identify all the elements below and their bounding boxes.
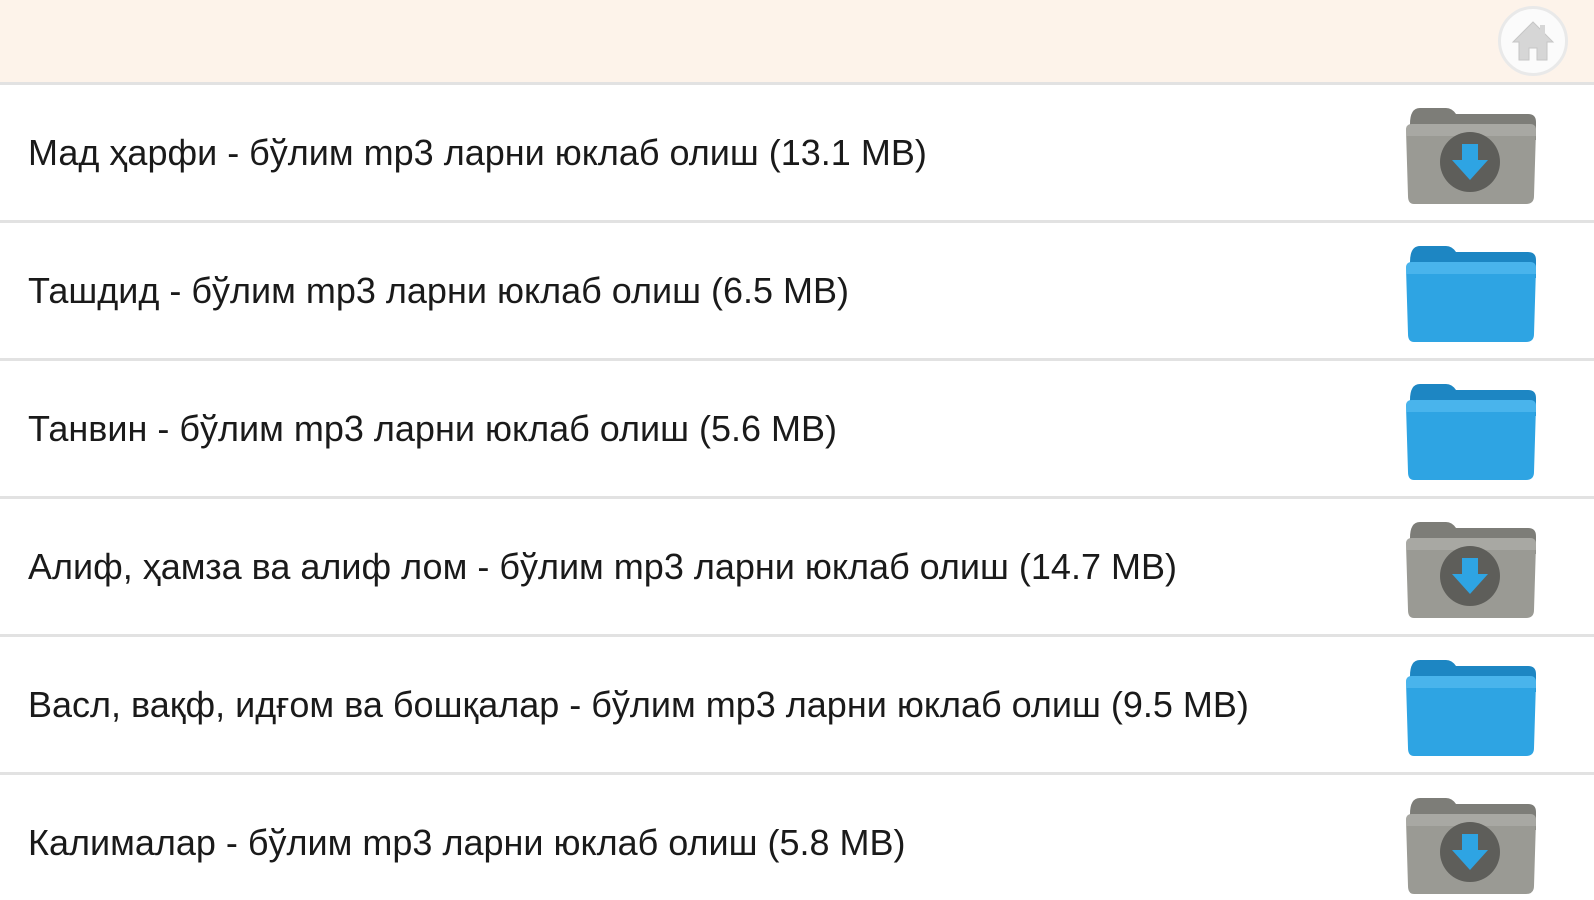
list-item-label: Мад ҳарфи - бўлим mp3 ларни юклаб олиш (… <box>28 131 927 173</box>
list-item-label: Калималар - бўлим mp3 ларни юклаб олиш (… <box>28 821 906 863</box>
list-item-label: Алиф, ҳамза ва алиф лом - бўлим mp3 ларн… <box>28 545 1177 587</box>
list-item-label: Ташдид - бўлим mp3 ларни юклаб олиш (6.5… <box>28 269 850 311</box>
folder-icon[interactable] <box>1402 652 1538 758</box>
list-item-label: Васл, вақф, идғом ва бошқалар - бўлим mp… <box>28 683 1249 725</box>
folder-icon[interactable] <box>1402 238 1538 344</box>
list-item[interactable]: Мад ҳарфи - бўлим mp3 ларни юклаб олиш (… <box>0 85 1594 223</box>
home-button[interactable] <box>1498 6 1568 76</box>
list-item[interactable]: Калималар - бўлим mp3 ларни юклаб олиш (… <box>0 775 1594 900</box>
folder-download-icon[interactable] <box>1402 100 1538 206</box>
folder-icon[interactable] <box>1402 376 1538 482</box>
header-bar <box>0 0 1594 85</box>
folder-download-icon[interactable] <box>1402 514 1538 620</box>
list-item[interactable]: Танвин - бўлим mp3 ларни юклаб олиш (5.6… <box>0 361 1594 499</box>
list-item[interactable]: Алиф, ҳамза ва алиф лом - бўлим mp3 ларн… <box>0 499 1594 637</box>
folder-download-icon[interactable] <box>1402 790 1538 896</box>
app-window: Мад ҳарфи - бўлим mp3 ларни юклаб олиш (… <box>0 0 1594 900</box>
list-item-label: Танвин - бўлим mp3 ларни юклаб олиш (5.6… <box>28 407 837 449</box>
list-item[interactable]: Васл, вақф, идғом ва бошқалар - бўлим mp… <box>0 637 1594 775</box>
download-list: Мад ҳарфи - бўлим mp3 ларни юклаб олиш (… <box>0 85 1594 900</box>
home-icon <box>1511 21 1555 61</box>
list-item[interactable]: Ташдид - бўлим mp3 ларни юклаб олиш (6.5… <box>0 223 1594 361</box>
